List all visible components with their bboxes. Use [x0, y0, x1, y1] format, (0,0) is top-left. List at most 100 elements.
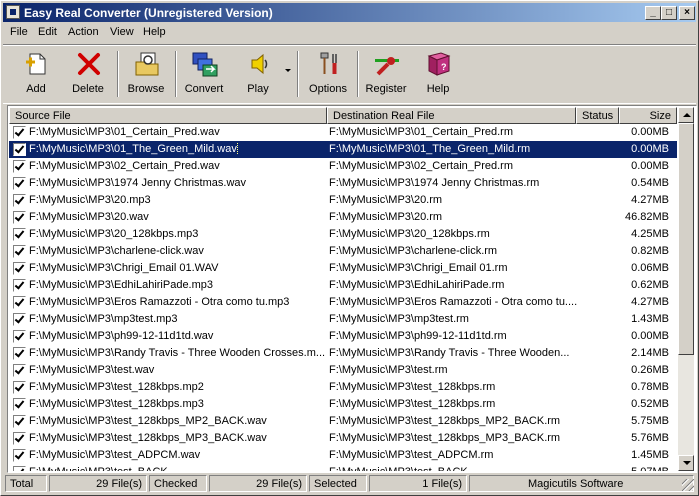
column-status[interactable]: Status	[576, 107, 619, 124]
table-row[interactable]: F:\MyMusic\MP3\20_128kbps.mp3 F:\MyMusic\…	[9, 226, 677, 243]
source-file-cell: F:\MyMusic\MP3\1974 Jenny Christmas.wav	[29, 177, 325, 189]
table-row[interactable]: F:\MyMusic\MP3\02_Certain_Pred.wav F:\MyM…	[9, 158, 677, 175]
row-checkbox[interactable]	[13, 194, 26, 207]
table-row[interactable]: F:\MyMusic\MP3\ph99-12-11d1td.wav F:\MyMu…	[9, 328, 677, 345]
status-bar: Total 29 File(s) Checked 29 File(s) Sele…	[3, 475, 696, 493]
source-file-cell: F:\MyMusic\MP3\test_ADPCM.wav	[29, 449, 325, 461]
table-row[interactable]: F:\MyMusic\MP3\test.wav F:\MyMusic\MP3\te…	[9, 362, 677, 379]
menu-file[interactable]: File	[10, 26, 28, 38]
destination-file-cell-text: F:\MyMusic\MP3\02_Certain_Pred.rm	[329, 160, 513, 172]
minimize-button[interactable]: _	[645, 6, 661, 20]
source-file-cell-text: F:\MyMusic\MP3\20_128kbps.mp3	[29, 228, 199, 240]
table-row[interactable]: F:\MyMusic\MP3\20.mp3 F:\MyMusic\MP3\20.r…	[9, 192, 677, 209]
destination-file-cell-text: F:\MyMusic\MP3\test_ADPCM.rm	[329, 449, 494, 461]
row-checkbox[interactable]	[13, 381, 26, 394]
source-file-cell-text: F:\MyMusic\MP3\20.mp3	[29, 194, 151, 206]
size-cell-text: 1.43MB	[631, 313, 669, 325]
add-button[interactable]: Add	[11, 47, 61, 101]
size-cell: 46.82MB	[619, 211, 669, 223]
row-checkbox[interactable]	[13, 143, 26, 156]
browse-button[interactable]: Browse	[121, 47, 171, 101]
status-checked-label: Checked	[149, 475, 207, 492]
row-checkbox[interactable]	[13, 347, 26, 360]
app-icon[interactable]	[6, 5, 20, 19]
row-checkbox[interactable]	[13, 160, 26, 173]
destination-file-cell: F:\MyMusic\MP3\Chrigi_Email 01.rm	[329, 262, 577, 274]
destination-file-cell: F:\MyMusic\MP3\Eros Ramazzoti - Otra com…	[329, 296, 577, 308]
register-button[interactable]: Register	[361, 47, 411, 101]
title-bar[interactable]: Easy Real Converter (Unregistered Versio…	[3, 3, 696, 22]
table-row[interactable]: F:\MyMusic\MP3\01_The_Green_Mild.wav F:\M…	[9, 141, 677, 158]
options-button[interactable]: Options	[303, 47, 353, 101]
table-row[interactable]: F:\MyMusic\MP3\test_ADPCM.wav F:\MyMusic\…	[9, 447, 677, 464]
table-row[interactable]: F:\MyMusic\MP3\test_128kbps_MP3_BACK.wav…	[9, 430, 677, 447]
destination-file-cell-text: F:\MyMusic\MP3\test_128kbps.rm	[329, 398, 496, 410]
row-checkbox[interactable]	[13, 279, 26, 292]
close-button[interactable]: ×	[679, 6, 695, 20]
row-checkbox[interactable]	[13, 296, 26, 309]
table-row[interactable]: F:\MyMusic\MP3\01_Certain_Pred.wav F:\MyM…	[9, 124, 677, 141]
table-row[interactable]: F:\MyMusic\MP3\Randy Travis - Three Wood…	[9, 345, 677, 362]
delete-button[interactable]: Delete	[63, 47, 113, 101]
table-row[interactable]: F:\MyMusic\MP3\test_128kbps_MP2_BACK.wav…	[9, 413, 677, 430]
table-row[interactable]: F:\MyMusic\MP3\test_BACK... F:\MyMusic\MP…	[9, 464, 677, 471]
row-checkbox[interactable]	[13, 364, 26, 377]
row-checkbox[interactable]	[13, 415, 26, 428]
row-checkbox[interactable]	[13, 177, 26, 190]
help-book-icon: ?	[427, 52, 451, 76]
resize-grip[interactable]	[682, 479, 694, 491]
vertical-scrollbar[interactable]	[678, 107, 694, 471]
convert-button[interactable]: Convert	[179, 47, 229, 101]
menu-edit[interactable]: Edit	[38, 26, 57, 38]
destination-file-cell-text: F:\MyMusic\MP3\test_128kbps_MP2_BACK.rm	[329, 415, 561, 427]
size-cell-text: 0.00MB	[631, 126, 669, 138]
table-row[interactable]: F:\MyMusic\MP3\test_128kbps.mp2 F:\MyMusi…	[9, 379, 677, 396]
file-list[interactable]: Source File Destination Real File Status…	[7, 105, 697, 473]
scroll-down-button[interactable]	[678, 455, 694, 471]
play-dropdown-arrow[interactable]	[285, 69, 291, 72]
row-checkbox[interactable]	[13, 262, 26, 275]
row-checkbox[interactable]	[13, 398, 26, 411]
row-checkbox[interactable]	[13, 466, 26, 471]
row-checkbox[interactable]	[13, 330, 26, 343]
menu-help[interactable]: Help	[143, 26, 166, 38]
table-row[interactable]: F:\MyMusic\MP3\test_128kbps.mp3 F:\MyMusi…	[9, 396, 677, 413]
row-checkbox[interactable]	[13, 449, 26, 462]
row-checkbox[interactable]	[13, 432, 26, 445]
size-cell: 0.00MB	[619, 160, 669, 172]
size-cell: 0.00MB	[619, 143, 669, 155]
source-file-cell-text: F:\MyMusic\MP3\test_128kbps_MP2_BACK.wav	[29, 415, 267, 427]
table-row[interactable]: F:\MyMusic\MP3\EdhiLahiriPade.mp3 F:\MyMu…	[9, 277, 677, 294]
menu-action[interactable]: Action	[68, 26, 99, 38]
source-file-cell-text: F:\MyMusic\MP3\test.wav	[29, 364, 155, 376]
help-button[interactable]: ? Help	[413, 47, 463, 101]
table-row[interactable]: F:\MyMusic\MP3\charlene-click.wav F:\MyMu…	[9, 243, 677, 260]
row-checkbox[interactable]	[13, 245, 26, 258]
scroll-thumb[interactable]	[678, 123, 694, 355]
destination-file-cell-text: F:\MyMusic\MP3\01_The_Green_Mild.rm	[329, 143, 531, 155]
scroll-up-button[interactable]	[678, 107, 694, 123]
table-row[interactable]: F:\MyMusic\MP3\Chrigi_Email 01.WAV F:\MyM…	[9, 260, 677, 277]
column-destination-file[interactable]: Destination Real File	[327, 107, 576, 124]
table-row[interactable]: F:\MyMusic\MP3\mp3test.mp3 F:\MyMusic\MP3…	[9, 311, 677, 328]
destination-file-cell: F:\MyMusic\MP3\test_128kbps_MP3_BACK.rm	[329, 432, 577, 444]
row-checkbox[interactable]	[13, 313, 26, 326]
destination-file-cell-text: F:\MyMusic\MP3\Randy Travis - Three Wood…	[329, 347, 570, 359]
size-cell-text: 5.75MB	[631, 415, 669, 427]
row-checkbox[interactable]	[13, 126, 26, 139]
play-button[interactable]: Play	[233, 47, 283, 101]
size-cell-text: 1.45MB	[631, 449, 669, 461]
destination-file-cell: F:\MyMusic\MP3\Randy Travis - Three Wood…	[329, 347, 577, 359]
destination-file-cell: F:\MyMusic\MP3\20.rm	[329, 211, 577, 223]
table-row[interactable]: F:\MyMusic\MP3\1974 Jenny Christmas.wav F…	[9, 175, 677, 192]
table-row[interactable]: F:\MyMusic\MP3\Eros Ramazzoti - Otra com…	[9, 294, 677, 311]
menu-view[interactable]: View	[110, 26, 134, 38]
row-checkbox[interactable]	[13, 211, 26, 224]
column-size[interactable]: Size	[619, 107, 677, 124]
column-source-file[interactable]: Source File	[9, 107, 327, 124]
row-checkbox[interactable]	[13, 228, 26, 241]
size-cell: 1.43MB	[619, 313, 669, 325]
tools-icon	[320, 52, 337, 74]
table-row[interactable]: F:\MyMusic\MP3\20.wav F:\MyMusic\MP3\20.r…	[9, 209, 677, 226]
maximize-button[interactable]: □	[661, 6, 677, 20]
